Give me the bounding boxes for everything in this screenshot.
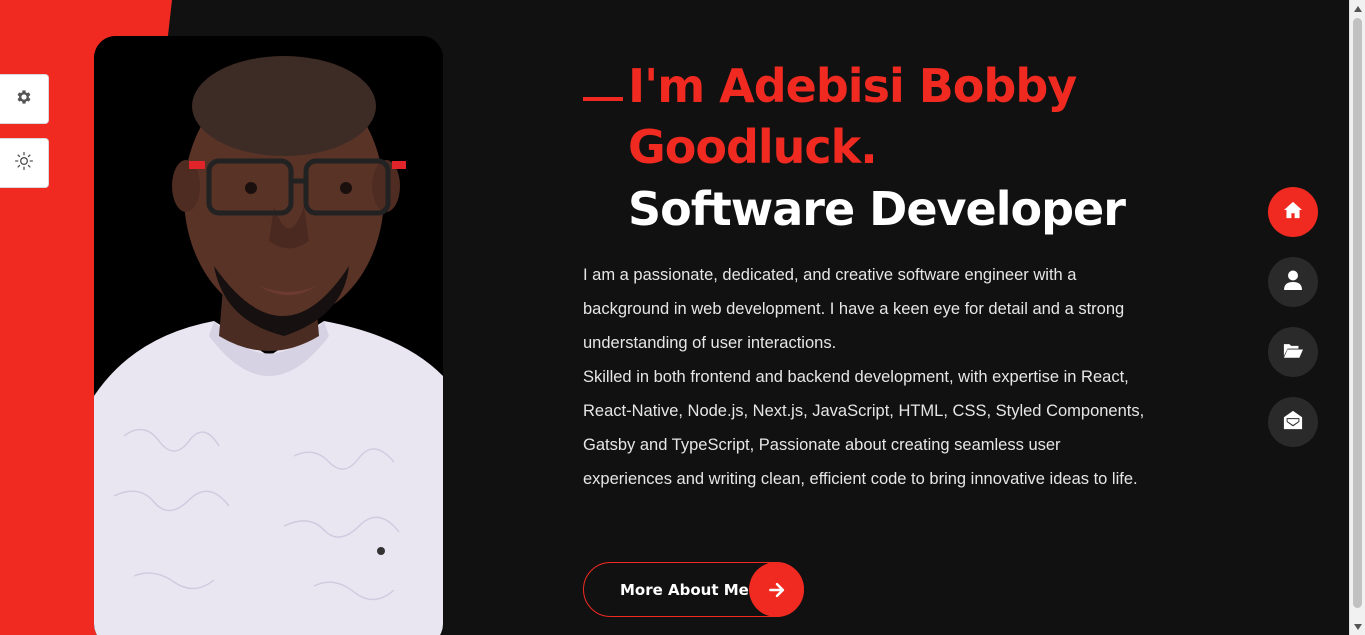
hero-name-line-1: I'm Adebisi Bobby [628,59,1077,113]
nav-home-button[interactable] [1268,187,1318,237]
bio-paragraph-1: I am a passionate, dedicated, and creati… [583,266,1125,352]
accent-dash [583,97,623,101]
hero-name-line-2: Goodluck. [628,120,878,174]
nav-contact-button[interactable] [1268,397,1318,447]
arrow-right-icon [749,562,804,617]
envelope-open-icon [1283,410,1303,434]
settings-button[interactable] [0,74,49,124]
user-icon [1284,270,1302,294]
theme-toggle-button[interactable] [0,138,49,188]
more-about-me-button[interactable]: More About Me [583,562,804,617]
folder-open-icon [1283,342,1303,362]
scroll-up-icon[interactable] [1350,0,1365,17]
page: I'm Adebisi Bobby Goodluck. Software Dev… [0,0,1349,635]
hero-role: Software Developer [628,182,1126,236]
more-about-me-label: More About Me [620,580,749,599]
bio-paragraph-2: Skilled in both frontend and backend dev… [583,368,1145,488]
nav-portfolio-button[interactable] [1268,327,1318,377]
gear-icon [15,88,33,110]
scrollbar-thumb[interactable] [1353,18,1362,608]
section-nav [1268,187,1318,467]
scroll-down-icon[interactable] [1350,618,1365,635]
nav-about-button[interactable] [1268,257,1318,307]
profile-photo [94,36,443,635]
page-scrollbar[interactable] [1349,0,1365,635]
sun-icon [14,151,34,175]
home-icon [1283,201,1303,223]
hero-bio: I am a passionate, dedicated, and creati… [583,258,1153,496]
